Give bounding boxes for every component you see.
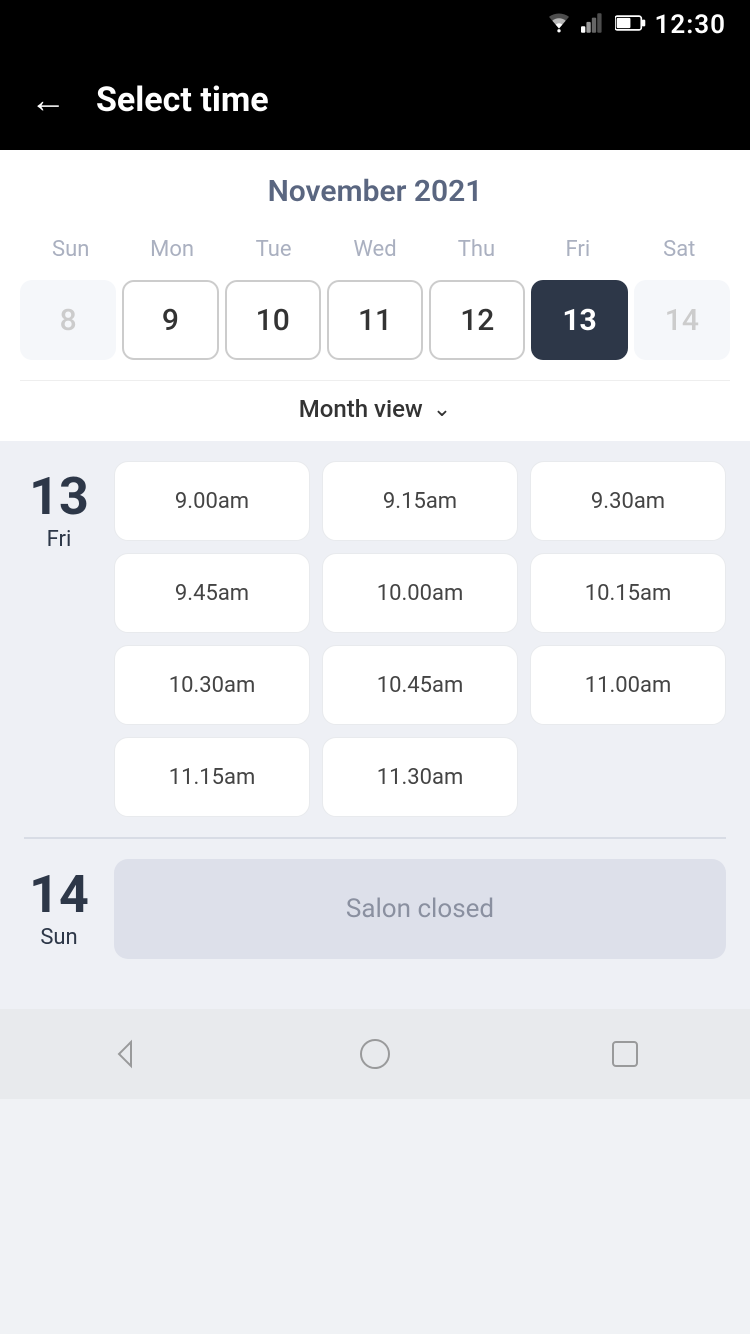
weekday-thu: Thu xyxy=(426,229,527,270)
nav-back-button[interactable] xyxy=(107,1036,143,1072)
page-title: Select time xyxy=(96,80,269,120)
weekday-tue: Tue xyxy=(223,229,324,270)
status-icons: 12:30 xyxy=(545,10,727,40)
month-view-toggle[interactable]: Month view ⌄ xyxy=(20,380,730,441)
date-11[interactable]: 11 xyxy=(327,280,423,360)
time-slot-1015[interactable]: 10.15am xyxy=(530,553,726,633)
time-slot-900[interactable]: 9.00am xyxy=(114,461,310,541)
date-13[interactable]: 13 xyxy=(531,280,627,360)
weekday-mon: Mon xyxy=(121,229,222,270)
time-slot-930[interactable]: 9.30am xyxy=(530,461,726,541)
closed-text: Salon closed xyxy=(346,894,494,924)
time-slot-915[interactable]: 9.15am xyxy=(322,461,518,541)
day-name-14: Sun xyxy=(40,925,77,950)
time-slot-1030[interactable]: 10.30am xyxy=(114,645,310,725)
chevron-down-icon: ⌄ xyxy=(433,397,451,422)
weekday-sun: Sun xyxy=(20,229,121,270)
month-title: November 2021 xyxy=(20,174,730,209)
date-10[interactable]: 10 xyxy=(225,280,321,360)
date-9[interactable]: 9 xyxy=(122,280,218,360)
day-name-13: Fri xyxy=(47,527,72,552)
weekday-row: Sun Mon Tue Wed Thu Fri Sat xyxy=(20,229,730,270)
back-button[interactable]: ← xyxy=(30,82,66,118)
time-slot-945[interactable]: 9.45am xyxy=(114,553,310,633)
weekday-fri: Fri xyxy=(527,229,628,270)
wifi-icon xyxy=(545,13,573,37)
day-number-14: 14 xyxy=(29,869,89,921)
day-block-14: 14 Sun Salon closed xyxy=(24,859,726,959)
time-slot-1045[interactable]: 10.45am xyxy=(322,645,518,725)
date-14: 14 xyxy=(634,280,730,360)
time-grid-13: 9.00am 9.15am 9.30am 9.45am 10.00am 10.1… xyxy=(114,461,726,817)
section-divider xyxy=(24,837,726,839)
time-section: 13 Fri 9.00am 9.15am 9.30am 9.45am 10.00… xyxy=(0,441,750,1009)
time-slot-1100[interactable]: 11.00am xyxy=(530,645,726,725)
day-label-14: 14 Sun xyxy=(24,859,94,959)
battery-icon xyxy=(615,13,647,37)
closed-block: Salon closed xyxy=(114,859,726,959)
day-number-13: 13 xyxy=(29,471,89,523)
time-slot-1000[interactable]: 10.00am xyxy=(322,553,518,633)
date-12[interactable]: 12 xyxy=(429,280,525,360)
status-bar: 12:30 xyxy=(0,0,750,50)
date-row: 8 9 10 11 12 13 14 xyxy=(20,280,730,380)
status-time: 12:30 xyxy=(655,10,727,40)
weekday-sat: Sat xyxy=(629,229,730,270)
date-8: 8 xyxy=(20,280,116,360)
day-block-13: 13 Fri 9.00am 9.15am 9.30am 9.45am 10.00… xyxy=(24,461,726,817)
day-label-13: 13 Fri xyxy=(24,461,94,817)
time-slot-1115[interactable]: 11.15am xyxy=(114,737,310,817)
app-header: ← Select time xyxy=(0,50,750,150)
signal-icon xyxy=(581,13,607,37)
month-view-label: Month view xyxy=(299,395,423,423)
time-slot-1130[interactable]: 11.30am xyxy=(322,737,518,817)
calendar-section: November 2021 Sun Mon Tue Wed Thu Fri Sa… xyxy=(0,150,750,441)
weekday-wed: Wed xyxy=(324,229,425,270)
bottom-nav xyxy=(0,1009,750,1099)
nav-home-button[interactable] xyxy=(357,1036,393,1072)
nav-recent-button[interactable] xyxy=(607,1036,643,1072)
